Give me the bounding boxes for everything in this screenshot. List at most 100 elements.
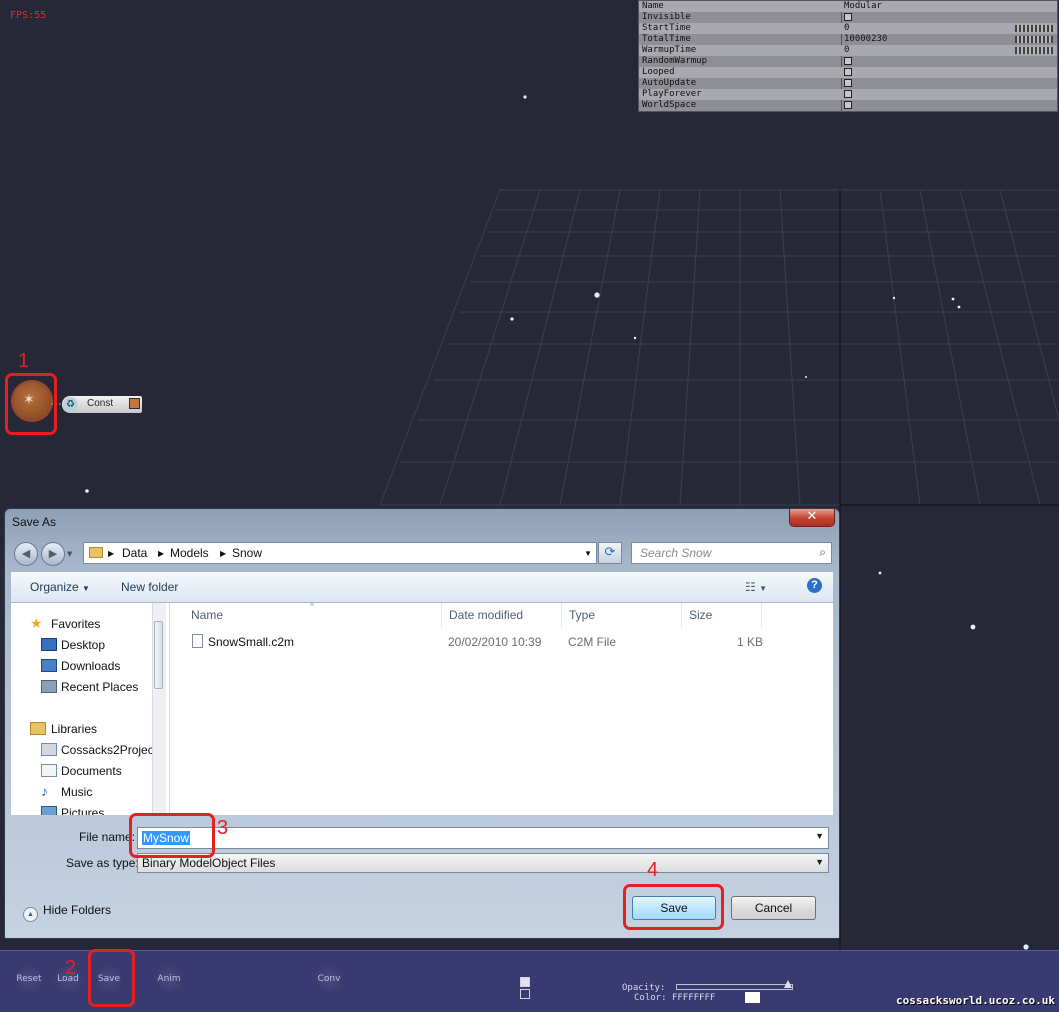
address-bar[interactable]: ▶ Data ▶ Models ▶ Snow ▼ (83, 542, 597, 564)
property-row[interactable]: AutoUpdate (639, 78, 1057, 89)
file-type: C2M File (568, 635, 617, 649)
hide-folders-button[interactable]: ▲ Hide Folders (23, 903, 111, 922)
forward-button[interactable]: ▶ (41, 542, 65, 566)
dialog-cancel-button[interactable]: Cancel (731, 896, 816, 920)
breadcrumb-models[interactable]: Models (170, 546, 209, 560)
property-row[interactable]: TotalTime 10000230 (639, 34, 1057, 45)
highlight-box-4 (623, 884, 724, 930)
organize-menu[interactable]: Organize ▼ (30, 580, 90, 594)
nav-libraries-label: Libraries (51, 722, 98, 736)
nav-music-label: Music (61, 785, 93, 799)
editor-viewport[interactable]: FPS:55 Name Modular Invisible StartTime 0 Tot… (0, 0, 1059, 1012)
toggle-checkbox-1[interactable] (520, 977, 530, 987)
property-row[interactable]: RandomWarmup (639, 56, 1057, 67)
savetype-dropdown-icon[interactable]: ▼ (815, 857, 824, 867)
refresh-icon: ⟳ (604, 545, 616, 560)
help-icon[interactable]: ? (807, 578, 822, 593)
nav-libraries[interactable]: Libraries (11, 719, 159, 739)
const-node-label: Const (87, 398, 114, 409)
sort-ascending-icon: ^ (310, 602, 314, 611)
property-checkbox[interactable] (844, 13, 852, 21)
opacity-slider-handle[interactable] (784, 980, 792, 988)
savetype-select[interactable]: Binary ModelObject Files ▼ (137, 853, 829, 873)
file-list: Name ^ Date modified Type Size SnowSmall… (170, 602, 833, 815)
search-placeholder: Search Snow (640, 546, 712, 560)
column-header-size[interactable]: Size (682, 603, 762, 628)
nav-downloads[interactable]: Downloads (11, 656, 159, 676)
save-as-dialog: Save As ✕ ◀ ▶ ▼ ▶ Data ▶ Models ▶ Snow ▼… (4, 508, 840, 939)
nav-cossacks2project-label: Cossacks2Project (61, 743, 158, 757)
search-input[interactable]: Search Snow ⌕ (631, 542, 832, 564)
file-date: 20/02/2010 10:39 (448, 635, 542, 649)
new-folder-button[interactable]: New folder (121, 580, 178, 594)
annotation-number-4: 4 (647, 859, 659, 881)
forward-arrow-icon: ▶ (48, 547, 58, 560)
property-name: Looped (642, 67, 675, 77)
property-checkbox[interactable] (844, 57, 852, 65)
back-arrow-icon: ◀ (21, 547, 31, 560)
nav-desktop-label: Desktop (61, 638, 106, 652)
view-options-icon[interactable]: ☷ ▼ (745, 580, 767, 594)
color-swatch[interactable] (745, 992, 760, 1003)
savetype-label: Save as type: (66, 856, 139, 870)
nav-cossacks2project[interactable]: Cossacks2Project (11, 740, 159, 760)
breadcrumb-separator-icon: ▶ (158, 549, 165, 558)
property-checkbox[interactable] (844, 79, 852, 87)
nav-favorites[interactable]: ★ Favorites (11, 614, 159, 634)
annotation-number-3: 3 (217, 817, 229, 839)
opacity-slider[interactable] (676, 984, 793, 990)
chevron-up-icon: ▲ (23, 907, 38, 922)
navigation-scrollbar-thumb[interactable] (154, 621, 163, 689)
property-slider[interactable] (1015, 47, 1053, 54)
property-slider[interactable] (1015, 36, 1053, 43)
dialog-title: Save As (12, 515, 57, 529)
search-icon: ⌕ (819, 545, 826, 559)
property-row[interactable]: Name Modular (639, 1, 1057, 12)
nav-desktop[interactable]: Desktop (11, 635, 159, 655)
column-header-type[interactable]: Type (562, 603, 682, 628)
address-dropdown-icon[interactable]: ▼ (584, 549, 592, 558)
property-value[interactable]: 0 (844, 45, 849, 56)
color-label: Color: (634, 993, 667, 1003)
nav-recent-places[interactable]: Recent Places (11, 677, 159, 697)
back-button[interactable]: ◀ (14, 542, 38, 566)
savetype-value: Binary ModelObject Files (142, 856, 276, 870)
nav-documents[interactable]: Documents (11, 761, 159, 781)
property-checkbox[interactable] (844, 90, 852, 98)
nav-music[interactable]: ♪ Music (11, 782, 159, 802)
reset-button[interactable]: Reset (13, 963, 45, 995)
breadcrumb-snow[interactable]: Snow (232, 546, 262, 560)
property-row[interactable]: Looped (639, 67, 1057, 78)
breadcrumb-data[interactable]: Data (122, 546, 147, 560)
property-checkbox[interactable] (844, 68, 852, 76)
property-grid[interactable]: Name Modular Invisible StartTime 0 TotalTime 1… (638, 0, 1058, 112)
const-color-swatch[interactable] (129, 398, 140, 409)
property-value[interactable]: Modular (844, 1, 882, 12)
column-header-date[interactable]: Date modified (442, 603, 562, 628)
property-value[interactable]: 10000230 (844, 34, 887, 45)
property-row[interactable]: WorldSpace (639, 100, 1057, 111)
property-name: Name (642, 1, 664, 11)
refresh-button[interactable]: ⟳ (598, 542, 622, 564)
close-button[interactable]: ✕ (789, 509, 835, 527)
property-row[interactable]: StartTime 0 (639, 23, 1057, 34)
filename-input[interactable]: MySnow ▼ (137, 827, 829, 849)
property-row[interactable]: PlayForever (639, 89, 1057, 100)
property-value[interactable]: 0 (844, 23, 849, 34)
property-row[interactable]: WarmupTime 0 (639, 45, 1057, 56)
property-row[interactable]: Invisible (639, 12, 1057, 23)
annotation-number-1: 1 (18, 350, 30, 372)
color-value: Color: FFFFFFFF (634, 993, 715, 1003)
anim-button[interactable]: Anim (153, 963, 185, 995)
property-slider[interactable] (1015, 25, 1053, 32)
conv-button[interactable]: Conv (313, 963, 345, 995)
annotation-number-2: 2 (65, 957, 77, 979)
desktop-icon (41, 638, 57, 651)
file-size: 1 KB (737, 635, 764, 649)
history-dropdown-icon[interactable]: ▼ (67, 550, 72, 558)
filename-dropdown-icon[interactable]: ▼ (815, 831, 824, 841)
file-row[interactable]: SnowSmall.c2m 20/02/2010 10:39 C2M File … (170, 633, 833, 651)
toggle-checkbox-2[interactable] (520, 989, 530, 999)
property-checkbox[interactable] (844, 101, 852, 109)
const-node[interactable]: ♻ Const (62, 396, 142, 413)
